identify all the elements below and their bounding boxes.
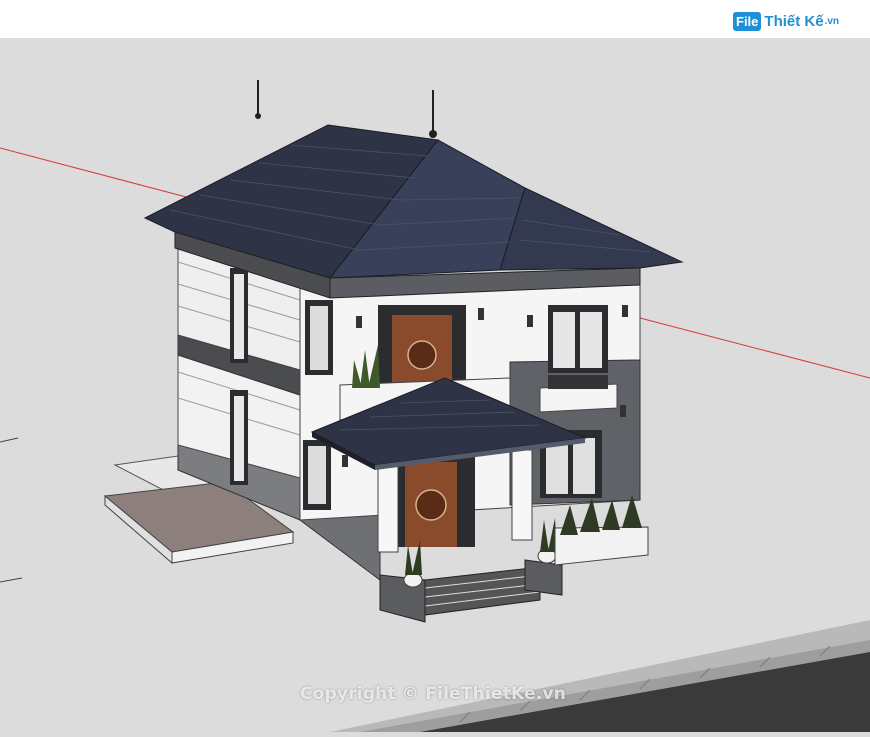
- wall-lamp: [478, 308, 484, 320]
- axis-tick: [0, 577, 23, 583]
- roof-finial-base: [429, 130, 437, 138]
- site-logo[interactable]: File Thiết Kế .vn: [733, 9, 839, 33]
- wall-lamp: [356, 316, 362, 328]
- door-ornament: [407, 340, 437, 370]
- top-bar: File Thiết Kế .vn: [0, 0, 870, 38]
- window-glass: [308, 446, 326, 504]
- axis-tick: [0, 437, 19, 443]
- main-roof-right: [499, 187, 684, 271]
- porch-column-left: [377, 461, 399, 553]
- model-viewport[interactable]: [0, 38, 870, 732]
- wall-lamp: [622, 305, 628, 317]
- porch-column-right: [511, 449, 533, 541]
- left-window-glass: [234, 396, 244, 481]
- wall-lamp: [342, 455, 348, 467]
- house-model-scene: [0, 80, 870, 732]
- logo-brand-text: Thiết Kế: [764, 12, 824, 30]
- door-ornament: [415, 489, 447, 521]
- wall-lamp: [527, 315, 533, 327]
- pot-plant-right: [540, 518, 557, 552]
- logo-suffix-text: .vn: [824, 15, 840, 27]
- window-glass: [573, 438, 595, 494]
- planter-plants: [548, 375, 608, 389]
- logo-box: File: [733, 11, 762, 31]
- axis-marker-tip: [255, 113, 261, 119]
- wall-lamp: [620, 405, 626, 417]
- window-glass: [553, 312, 575, 368]
- red-axis-left: [0, 147, 191, 199]
- window-glass: [580, 312, 602, 368]
- window-glass: [310, 306, 328, 370]
- copyright-watermark: Copyright © FileThietKe.vn: [300, 684, 567, 704]
- left-window-glass: [234, 274, 244, 359]
- red-axis-right: [639, 317, 870, 379]
- pot-left: [403, 572, 423, 588]
